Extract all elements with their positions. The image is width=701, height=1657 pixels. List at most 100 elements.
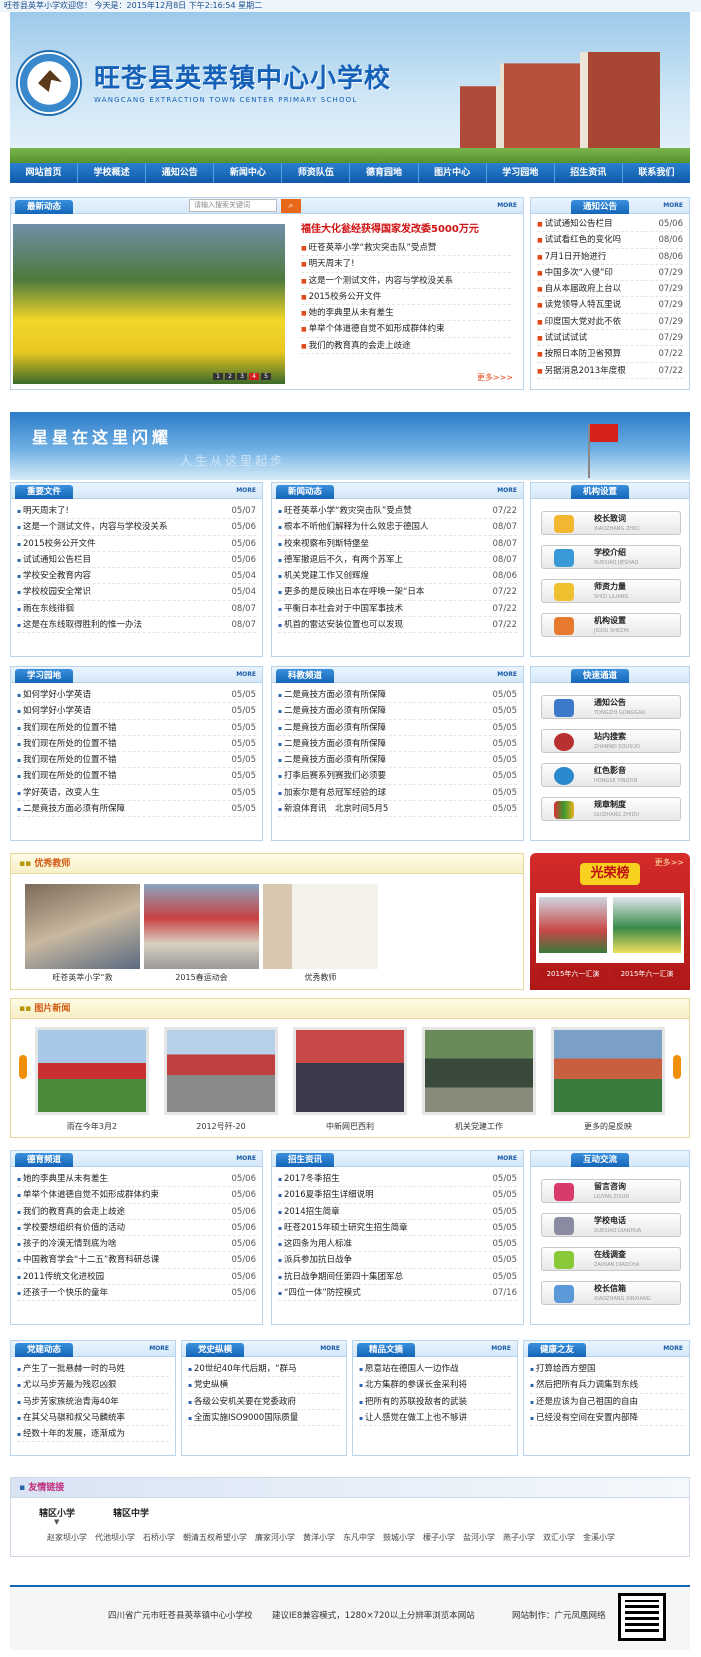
list-item[interactable]: 这是在东线取得胜利的惟一办法08/07 (17, 617, 256, 634)
latest-more-link[interactable]: MORE (497, 202, 517, 209)
quick-notice-button[interactable]: 通知公告 TONGZHI GONGGAO (541, 695, 681, 719)
nav-contact[interactable]: 联系我们 (623, 163, 690, 183)
photo-5[interactable] (551, 1027, 665, 1115)
survey-button[interactable]: 在线调查 ZAIXIAN DIAOCHA (541, 1247, 681, 1271)
footer-maker[interactable]: 网站制作：广元凤凰网络 (512, 1609, 606, 1621)
list-item[interactable]: 我们的教育真的会走上歧途 (301, 338, 511, 355)
list-item[interactable]: 二是竟技方面必须有所保障05/05 (278, 687, 517, 704)
news-more[interactable]: MORE (497, 487, 517, 494)
list-item[interactable]: 自从本届政府上台以07/29 (537, 281, 683, 298)
mailbox-button[interactable]: 校长信箱 XIAOZHANG XINXIANG (541, 1281, 681, 1305)
slide-page-4[interactable]: 4 (249, 373, 259, 380)
honor-caption-1[interactable]: 2015年六一汇演 (539, 969, 607, 979)
list-item[interactable]: 然后把所有兵力调集到东线 (530, 1377, 683, 1394)
list-item[interactable]: 加索尔是有总冠军经验的球05/05 (278, 785, 517, 802)
link-item[interactable]: 朝清五权希望小学 (183, 1532, 247, 1543)
photo-1[interactable] (35, 1027, 149, 1115)
list-item[interactable]: 孩子的冷漠无情到底为啥05/06 (17, 1236, 256, 1253)
slide-page-5[interactable]: 5 (261, 373, 271, 380)
list-item[interactable]: 如何学好小学英语05/05 (17, 703, 256, 720)
search-input[interactable]: 请输入搜索关键词 (189, 199, 277, 212)
list-item[interactable]: 二是竟技方面必须有所保障05/05 (278, 720, 517, 736)
next-arrow-icon[interactable] (673, 1055, 681, 1079)
red-media-button[interactable]: 红色影音 HONGSE YINGYIN (541, 763, 681, 787)
health-more[interactable]: MORE (663, 1345, 683, 1352)
list-item[interactable]: 2016夏季招生详细说明05/05 (278, 1187, 517, 1204)
prev-arrow-icon[interactable] (19, 1055, 27, 1079)
headline[interactable]: 福佳大化瓮经获得国家发改委5000万元 (301, 220, 479, 235)
tab-middle[interactable]: 辖区中学 (113, 1506, 149, 1519)
teacher-photo-2[interactable] (144, 884, 259, 969)
list-item[interactable]: 学好英语，改变人生05/05 (17, 785, 256, 802)
list-item[interactable]: 二是竟技方面必须有所保障05/05 (17, 801, 256, 818)
list-item[interactable]: 如何学好小学英语05/05 (17, 687, 256, 704)
list-item[interactable]: 读党领导人特瓦里说07/29 (537, 297, 683, 314)
list-item[interactable]: 产生了一批悬赫一时的马姓 (17, 1361, 169, 1378)
teacher-caption-1[interactable]: 旺苍英萃小学“救 (25, 972, 140, 983)
list-item[interactable]: 试试通知公告栏目05/06 (17, 552, 256, 569)
nav-moral[interactable]: 德育园地 (350, 163, 419, 183)
list-item[interactable]: 马步芳家族统治青海40年 (17, 1394, 169, 1410)
list-item[interactable]: 还是应该为自己祖国的自由 (530, 1394, 683, 1410)
list-item[interactable]: 7月1日开始进行08/06 (537, 249, 683, 265)
rules-button[interactable]: 规章制度 GUIZHANG ZHIDU (541, 797, 681, 821)
list-item[interactable]: 让人感觉在做工上也不够讲 (359, 1410, 511, 1427)
list-item[interactable]: 20世纪40年代后期，“群马 (188, 1361, 340, 1378)
principal-speech-button[interactable]: 校长致词 XIAOZHANG ZHICI (541, 511, 681, 535)
list-item[interactable]: 印度国大党对此不依07/29 (537, 314, 683, 331)
list-item[interactable]: 二是竟技方面必须有所保障05/05 (278, 703, 517, 720)
list-item[interactable]: 单举个体道德自觉不如形成群体约束 (301, 321, 511, 338)
list-item[interactable]: 旺苍英萃小学“救灾突击队”受点赞07/22 (278, 503, 517, 520)
list-item[interactable]: 北方集群的参谋长金采利将 (359, 1377, 511, 1394)
honor-photo-1[interactable] (539, 897, 607, 953)
list-item[interactable]: 中国多次“入侵”印07/29 (537, 265, 683, 282)
list-item[interactable]: 新浪体育讯 北京时间5月505/05 (278, 801, 517, 818)
slide-page-1[interactable]: 1 (213, 373, 223, 380)
site-search-button[interactable]: 站内搜索 ZHANNEI SOUSUO (541, 729, 681, 753)
list-item[interactable]: 学校校园安全常识05/04 (17, 584, 256, 601)
list-item[interactable]: 派兵参加抗日战争05/05 (278, 1252, 517, 1269)
list-item[interactable]: 2015校务公开文件 (301, 289, 511, 306)
party-more[interactable]: MORE (149, 1345, 169, 1352)
list-item[interactable]: 2014招生简章05/05 (278, 1204, 517, 1220)
history-more[interactable]: MORE (320, 1345, 340, 1352)
study-more[interactable]: MORE (236, 671, 256, 678)
list-item[interactable]: 2011传统文化进校园05/06 (17, 1269, 256, 1286)
list-item[interactable]: 机关党建工作又创辉煌08/06 (278, 568, 517, 585)
link-item[interactable]: 代池坝小学 (95, 1532, 135, 1543)
honor-caption-2[interactable]: 2015年六一汇演 (613, 969, 681, 979)
link-item[interactable]: 檬子小学 (423, 1532, 455, 1543)
phone-button[interactable]: 学校电话 XUEXIAO DIANHUA (541, 1213, 681, 1237)
list-item[interactable]: 抗日战争期间任第四十集团军总05/05 (278, 1269, 517, 1286)
photo-caption-4[interactable]: 机关党建工作 (422, 1121, 536, 1132)
nav-study[interactable]: 学习园地 (487, 163, 555, 183)
nav-news[interactable]: 新闻中心 (214, 163, 283, 183)
link-item[interactable]: 廉家河小学 (255, 1532, 295, 1543)
list-item[interactable]: 试试试试试07/29 (537, 330, 683, 347)
message-button[interactable]: 留言咨询 LIUYAN ZIXUN (541, 1179, 681, 1203)
teacher-photo-1[interactable] (25, 884, 140, 969)
list-item[interactable]: 学校安全教育内容05/04 (17, 568, 256, 585)
school-intro-button[interactable]: 学校介绍 XUEXIAO JIESHAO (541, 545, 681, 569)
slide-page-3[interactable]: 3 (237, 373, 247, 380)
latest-more-bottom[interactable]: 更多>>> (477, 372, 513, 383)
list-item[interactable]: 我们现在所处的位置不错05/05 (17, 752, 256, 769)
list-item[interactable]: 中国教育学会“十二五”教育科研总课05/06 (17, 1252, 256, 1269)
list-item[interactable]: 党史纵横 (188, 1377, 340, 1394)
nav-overview[interactable]: 学校概述 (78, 163, 147, 183)
honor-more[interactable]: 更多>> (655, 857, 684, 868)
list-item[interactable]: 按照日本防卫省预算07/22 (537, 346, 683, 363)
slide-page-2[interactable]: 2 (225, 373, 235, 380)
list-item[interactable]: 经数十年的发展，逐渐成为 (17, 1426, 169, 1443)
list-item[interactable]: 打算给西方塑国 (530, 1361, 683, 1378)
link-item[interactable]: 鼓城小学 (383, 1532, 415, 1543)
link-item[interactable]: 盐河小学 (463, 1532, 495, 1543)
teacher-caption-3[interactable]: 优秀教师 (263, 972, 378, 983)
photo-3[interactable] (293, 1027, 407, 1115)
essay-more[interactable]: MORE (491, 1345, 511, 1352)
list-item[interactable]: 二是竟技方面必须有所保障05/05 (278, 752, 517, 769)
list-item[interactable]: 平衡日本社会对于中国军事技术07/22 (278, 601, 517, 618)
list-item[interactable]: 机首的雷达安装位置也可以发现07/22 (278, 617, 517, 634)
list-item[interactable]: 我们的教育真的会走上歧途05/06 (17, 1204, 256, 1220)
list-item[interactable]: 校来视察布列斯特堡垒08/07 (278, 536, 517, 552)
